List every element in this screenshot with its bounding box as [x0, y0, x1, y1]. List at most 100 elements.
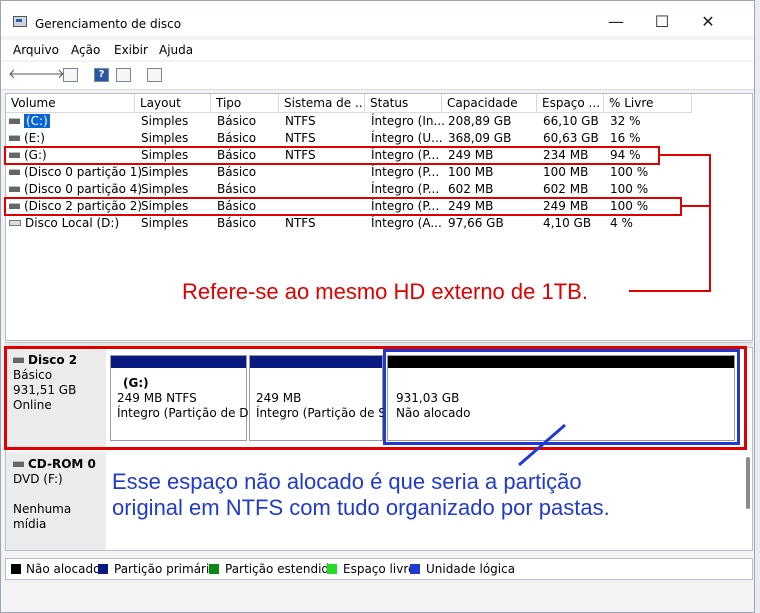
legend-swatch-primary [98, 564, 108, 574]
legend-free: Espaço livre [343, 562, 416, 576]
volume-name: (Disco 0 partição 4) [24, 182, 143, 196]
legend-swatch-extended [209, 564, 219, 574]
legend-swatch-free [327, 564, 337, 574]
help-icon[interactable]: ? [94, 68, 109, 82]
cell-livre: 100 % [610, 182, 649, 196]
cell-espaco: 100 MB [543, 165, 589, 179]
cell-status: Íntegro (A... [371, 216, 442, 230]
table-row[interactable]: (Disco 0 partição 1) [9, 164, 142, 181]
column-header-sistema[interactable]: Sistema de ... [279, 94, 365, 113]
volume-name: (Disco 0 partição 1) [24, 165, 143, 179]
cell-sistema: NTFS [285, 216, 316, 230]
toolbar: 🡐 🡒 ? [1, 62, 754, 90]
annotation-blue-line1: Esse espaço não alocado é que seria a pa… [112, 469, 582, 494]
table-row[interactable]: (E:) [9, 130, 45, 147]
legend-unallocated: Não alocado [26, 562, 101, 576]
cdrom-icon [13, 460, 24, 467]
cell-espaco: 602 MB [543, 182, 589, 196]
highlight-g-row [4, 146, 660, 165]
local-drive-icon [9, 219, 21, 226]
table-row[interactable]: (C:) [9, 113, 50, 130]
drive-icon [9, 185, 20, 192]
annotation-blue-note: Esse espaço não alocado é que seria a pa… [112, 469, 610, 521]
legend-swatch-logical [410, 564, 420, 574]
drive-icon [9, 134, 20, 141]
legend-primary: Partição primária [114, 562, 217, 576]
annotation-connector [629, 290, 711, 292]
annotation-connector [709, 154, 711, 292]
cell-sistema: NTFS [285, 131, 316, 145]
cell-layout: Simples [141, 131, 189, 145]
column-header-layout[interactable]: Layout [135, 94, 211, 113]
column-header-status[interactable]: Status [365, 94, 442, 113]
highlight-disk2-part2-row [4, 197, 682, 216]
cell-tipo: Básico [217, 216, 257, 230]
forward-arrow-icon[interactable]: 🡒 [30, 68, 65, 82]
cell-status: Íntegro (P... [371, 165, 440, 179]
column-header-volume[interactable]: Volume [6, 94, 135, 113]
cell-capacidade: 368,09 GB [448, 131, 512, 145]
cell-status: Íntegro (P... [371, 182, 440, 196]
column-header-livre[interactable]: % Livre [604, 94, 692, 113]
menu-acao[interactable]: Ação [71, 43, 100, 57]
cdrom-media: Nenhuma mídia [13, 502, 72, 531]
cell-sistema: NTFS [285, 114, 316, 128]
cell-espaco: 66,10 GB [543, 114, 599, 128]
cell-livre: 4 % [610, 216, 633, 230]
cell-livre: 32 % [610, 114, 641, 128]
annotation-connector [682, 205, 711, 207]
legend-logical: Unidade lógica [426, 562, 516, 576]
column-header-tipo[interactable]: Tipo [211, 94, 279, 113]
disk-management-icon [13, 16, 27, 27]
cell-livre: 16 % [610, 131, 641, 145]
annotation-blue-line2: original em NTFS com tudo organizado por… [112, 495, 610, 520]
minimize-button[interactable]: — [593, 9, 639, 35]
cell-layout: Simples [141, 114, 189, 128]
menu-ajuda[interactable]: Ajuda [159, 43, 193, 57]
drive-icon [9, 168, 20, 175]
cell-espaco: 4,10 GB [543, 216, 592, 230]
volume-name: (E:) [24, 131, 45, 145]
cell-capacidade: 100 MB [448, 165, 494, 179]
cell-livre: 100 % [610, 165, 649, 179]
annotation-pointer [518, 423, 566, 467]
window-title: Gerenciamento de disco [35, 17, 182, 31]
legend-extended: Partição estendida [225, 562, 337, 576]
cell-capacidade: 208,89 GB [448, 114, 512, 128]
legend-bar: Não alocado Partição primária Partição e… [5, 558, 753, 580]
menu-arquivo[interactable]: Arquivo [13, 43, 59, 57]
volume-name: Disco Local (D:) [25, 216, 120, 230]
maximize-button[interactable]: ☐ [639, 9, 685, 35]
panel-view-icon[interactable] [116, 68, 131, 82]
cell-espaco: 60,63 GB [543, 131, 599, 145]
properties-grid-icon[interactable] [63, 68, 78, 82]
volume-name: (C:) [24, 114, 50, 128]
menu-bar: Arquivo Ação Exibir Ajuda [1, 40, 754, 60]
cdrom-name: CD-ROM 0 [28, 457, 96, 471]
title-bar[interactable]: Gerenciamento de disco — ☐ ✕ [1, 1, 754, 36]
settings-list-icon[interactable] [147, 68, 162, 82]
cdrom-drive: DVD (F:) [13, 472, 63, 486]
annotation-connector [660, 154, 711, 156]
cell-capacidade: 602 MB [448, 182, 494, 196]
cell-tipo: Básico [217, 182, 257, 196]
legend-swatch-unallocated [11, 564, 21, 574]
cell-status: Íntegro (U... [371, 131, 443, 145]
close-button[interactable]: ✕ [685, 9, 731, 35]
annotation-red-note: Refere-se ao mesmo HD externo de 1TB. [182, 279, 588, 304]
cdrom-info[interactable]: CD-ROM 0 DVD (F:) Nenhuma mídia [6, 452, 106, 550]
cell-layout: Simples [141, 182, 189, 196]
drive-icon [9, 117, 20, 124]
cell-layout: Simples [141, 216, 189, 230]
disk-pane-scrollbar[interactable] [746, 457, 750, 509]
table-row[interactable]: Disco Local (D:) [9, 215, 119, 232]
cell-tipo: Básico [217, 114, 257, 128]
cell-capacidade: 97,66 GB [448, 216, 504, 230]
cell-tipo: Básico [217, 131, 257, 145]
table-row[interactable]: (Disco 0 partição 4) [9, 181, 142, 198]
disk-management-window: Gerenciamento de disco — ☐ ✕ Arquivo Açã… [0, 0, 755, 613]
cell-tipo: Básico [217, 165, 257, 179]
menu-exibir[interactable]: Exibir [114, 43, 148, 57]
column-header-espaco[interactable]: Espaço ... [537, 94, 604, 113]
column-header-capacidade[interactable]: Capacidade [442, 94, 537, 113]
